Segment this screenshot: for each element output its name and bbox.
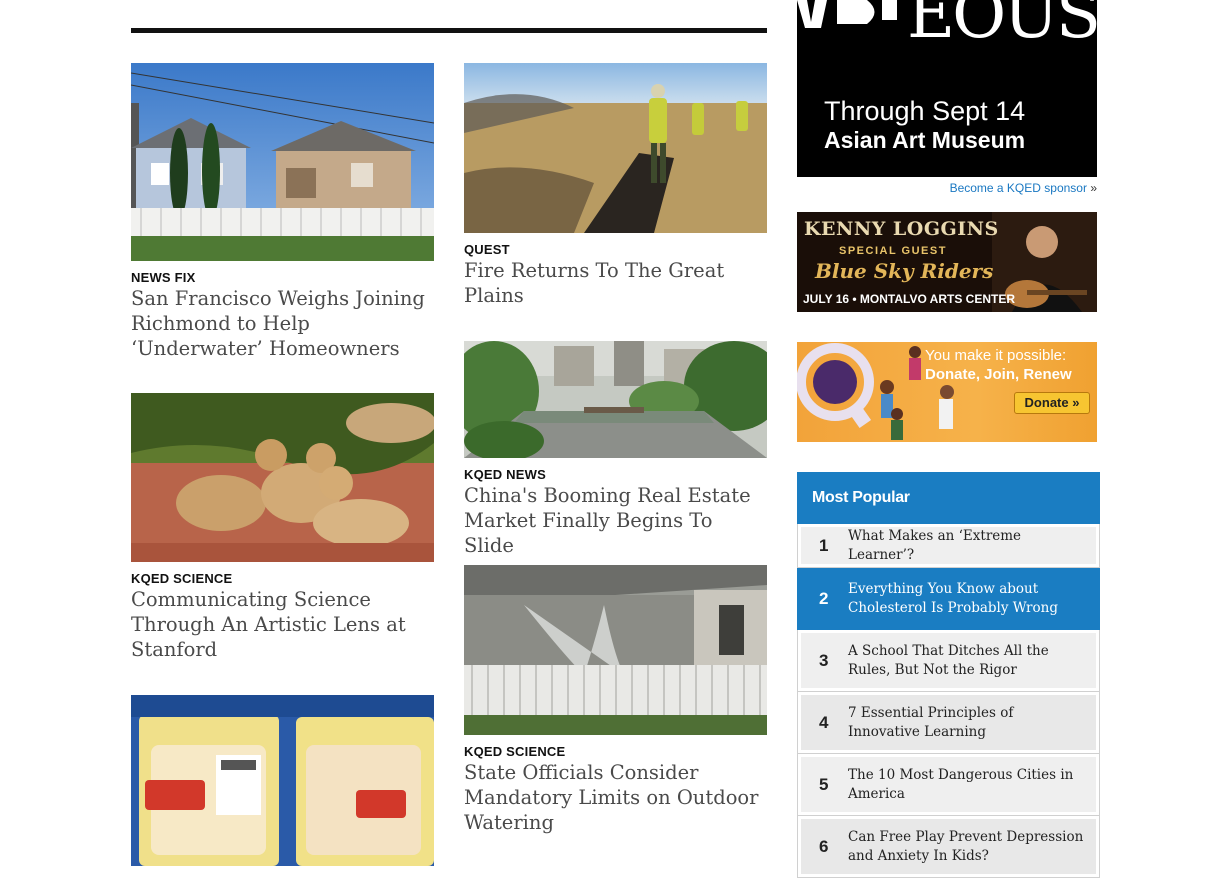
- article-image-real-estate-courtyard[interactable]: [464, 341, 767, 458]
- article-card[interactable]: KQED NEWS China's Booming Real Estate Ma…: [464, 341, 767, 558]
- most-popular-link[interactable]: Can Free Play Prevent Depression and Anx…: [848, 828, 1088, 866]
- donate-button[interactable]: Donate »: [1014, 392, 1090, 414]
- rank-number: 4: [819, 712, 829, 732]
- concert-artist-name: KENNY LOGGINS: [804, 218, 999, 240]
- article-image-foster-farms[interactable]: [131, 695, 434, 866]
- article-image-lawn-sprinkler[interactable]: [464, 565, 767, 735]
- article-card[interactable]: [131, 695, 434, 866]
- rank-number: 3: [819, 650, 829, 670]
- concert-date-venue: JULY 16 • MONTALVO ARTS CENTER: [803, 292, 1016, 306]
- most-popular-link[interactable]: Everything You Know about Cholesterol Is…: [848, 580, 1088, 618]
- rank-number: 6: [819, 836, 829, 856]
- ad-dates-text: Through Sept 14: [824, 96, 1026, 126]
- most-popular-link[interactable]: A School That Ditches All the Rules, But…: [848, 642, 1088, 680]
- become-sponsor-link[interactable]: Become a KQED sponsor: [950, 181, 1087, 195]
- most-popular-item[interactable]: 1 What Makes an ‘Extreme Learner’?: [797, 524, 1100, 568]
- sponsor-row: Become a KQED sponsor »: [797, 181, 1097, 195]
- article-kicker[interactable]: QUEST: [464, 242, 767, 257]
- concert-guest-name: Blue Sky Riders: [815, 259, 994, 283]
- article-title[interactable]: Communicating Science Through An Artisti…: [131, 587, 434, 662]
- article-card[interactable]: KQED SCIENCE Communicating Science Throu…: [131, 393, 434, 662]
- most-popular-item[interactable]: 6 Can Free Play Prevent Depression and An…: [797, 816, 1100, 878]
- most-popular-item-active[interactable]: 2 Everything You Know about Cholesterol I…: [797, 568, 1100, 630]
- most-popular-widget: Most Popular 1 What Makes an ‘Extreme Lea…: [797, 472, 1100, 878]
- article-kicker[interactable]: KQED SCIENCE: [464, 744, 767, 759]
- article-title[interactable]: State Officials Consider Mandatory Limit…: [464, 760, 767, 835]
- donate-ad-headline: Donate, Join, Renew: [925, 366, 1072, 383]
- article-title[interactable]: China's Booming Real Estate Market Final…: [464, 483, 767, 558]
- article-kicker[interactable]: NEWS FIX: [131, 270, 434, 285]
- article-image-houses[interactable]: [131, 63, 434, 261]
- concert-ad-banner[interactable]: KENNY LOGGINS SPECIAL GUEST Blue Sky Rid…: [797, 212, 1097, 312]
- article-title[interactable]: San Francisco Weighs Joining Richmond to…: [131, 286, 434, 361]
- museum-ad-banner[interactable]: EOUS Through Sept 14 Asian Art Museum: [797, 0, 1097, 177]
- article-kicker[interactable]: KQED NEWS: [464, 467, 767, 482]
- article-image-prairie-fire[interactable]: [464, 63, 767, 233]
- most-popular-link[interactable]: What Makes an ‘Extreme Learner’?: [848, 527, 1088, 565]
- rank-number: 2: [819, 588, 829, 608]
- rank-number: 5: [819, 774, 829, 794]
- donate-ad-banner[interactable]: You make it possible: Donate, Join, Rene…: [797, 342, 1097, 442]
- most-popular-link[interactable]: The 10 Most Dangerous Cities in America: [848, 766, 1088, 804]
- ad-headline-text: EOUS: [907, 0, 1097, 53]
- chevron-right-icon: »: [1090, 181, 1097, 195]
- most-popular-item[interactable]: 3 A School That Ditches All the Rules, Bu…: [797, 630, 1100, 692]
- most-popular-item[interactable]: 5 The 10 Most Dangerous Cities in America: [797, 754, 1100, 816]
- article-title[interactable]: Fire Returns To The Great Plains: [464, 258, 767, 308]
- article-card[interactable]: KQED SCIENCE State Officials Consider Ma…: [464, 565, 767, 835]
- most-popular-link[interactable]: 7 Essential Principles of Innovative Lea…: [848, 704, 1088, 742]
- section-divider: [131, 28, 767, 33]
- concert-special-guest-label: SPECIAL GUEST: [839, 245, 947, 257]
- rank-number: 1: [819, 535, 829, 555]
- donate-ad-tagline: You make it possible:: [925, 347, 1067, 364]
- article-card[interactable]: NEWS FIX San Francisco Weighs Joining Ri…: [131, 63, 434, 361]
- most-popular-item[interactable]: 4 7 Essential Principles of Innovative Le…: [797, 692, 1100, 754]
- article-kicker[interactable]: KQED SCIENCE: [131, 571, 434, 586]
- article-card[interactable]: QUEST Fire Returns To The Great Plains: [464, 63, 767, 308]
- article-image-lion-cubs[interactable]: [131, 393, 434, 562]
- most-popular-heading: Most Popular: [797, 472, 1100, 524]
- ad-venue-text: Asian Art Museum: [824, 127, 1026, 153]
